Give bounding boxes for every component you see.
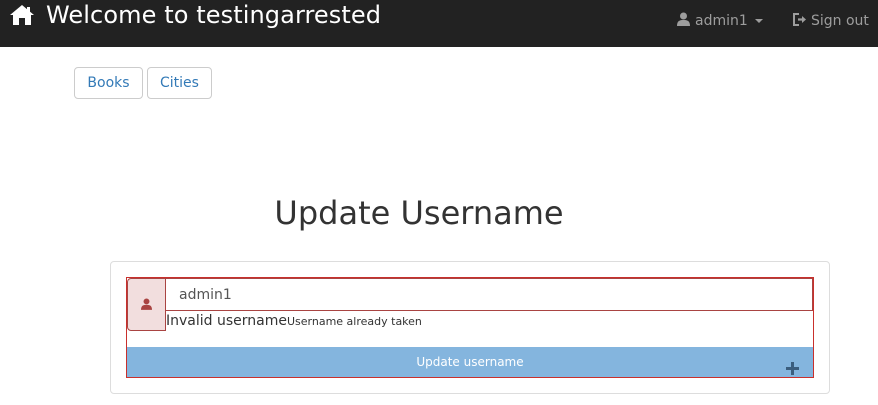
user-icon	[677, 12, 690, 30]
chevron-down-icon	[754, 19, 763, 23]
brand-link[interactable]: Welcome to testingarrested	[9, 0, 381, 30]
sign-out-link[interactable]: Sign out	[793, 10, 869, 32]
tab-books[interactable]: Books	[74, 67, 143, 99]
update-username-button[interactable]: Update username	[127, 347, 813, 377]
username-error: Invalid username Username already taken	[166, 313, 422, 331]
plus-icon	[786, 360, 799, 375]
username-field-addon	[127, 278, 166, 331]
app-title: Welcome to testingarrested	[46, 1, 382, 29]
error-detail: Username already taken	[286, 315, 422, 328]
user-icon	[141, 295, 152, 314]
user-menu-dropdown[interactable]: admin1	[677, 10, 763, 32]
tab-cities[interactable]: Cities	[147, 67, 212, 99]
username-input[interactable]	[166, 278, 813, 311]
sign-out-label: Sign out	[811, 13, 869, 29]
error-message: Invalid username	[166, 313, 287, 329]
page-title: Update Username	[274, 194, 564, 232]
user-menu-label: admin1	[695, 13, 748, 29]
home-icon	[9, 4, 35, 26]
top-navbar: Welcome to testingarrested admin1 Sign o…	[0, 0, 878, 47]
sign-out-icon	[793, 12, 807, 30]
